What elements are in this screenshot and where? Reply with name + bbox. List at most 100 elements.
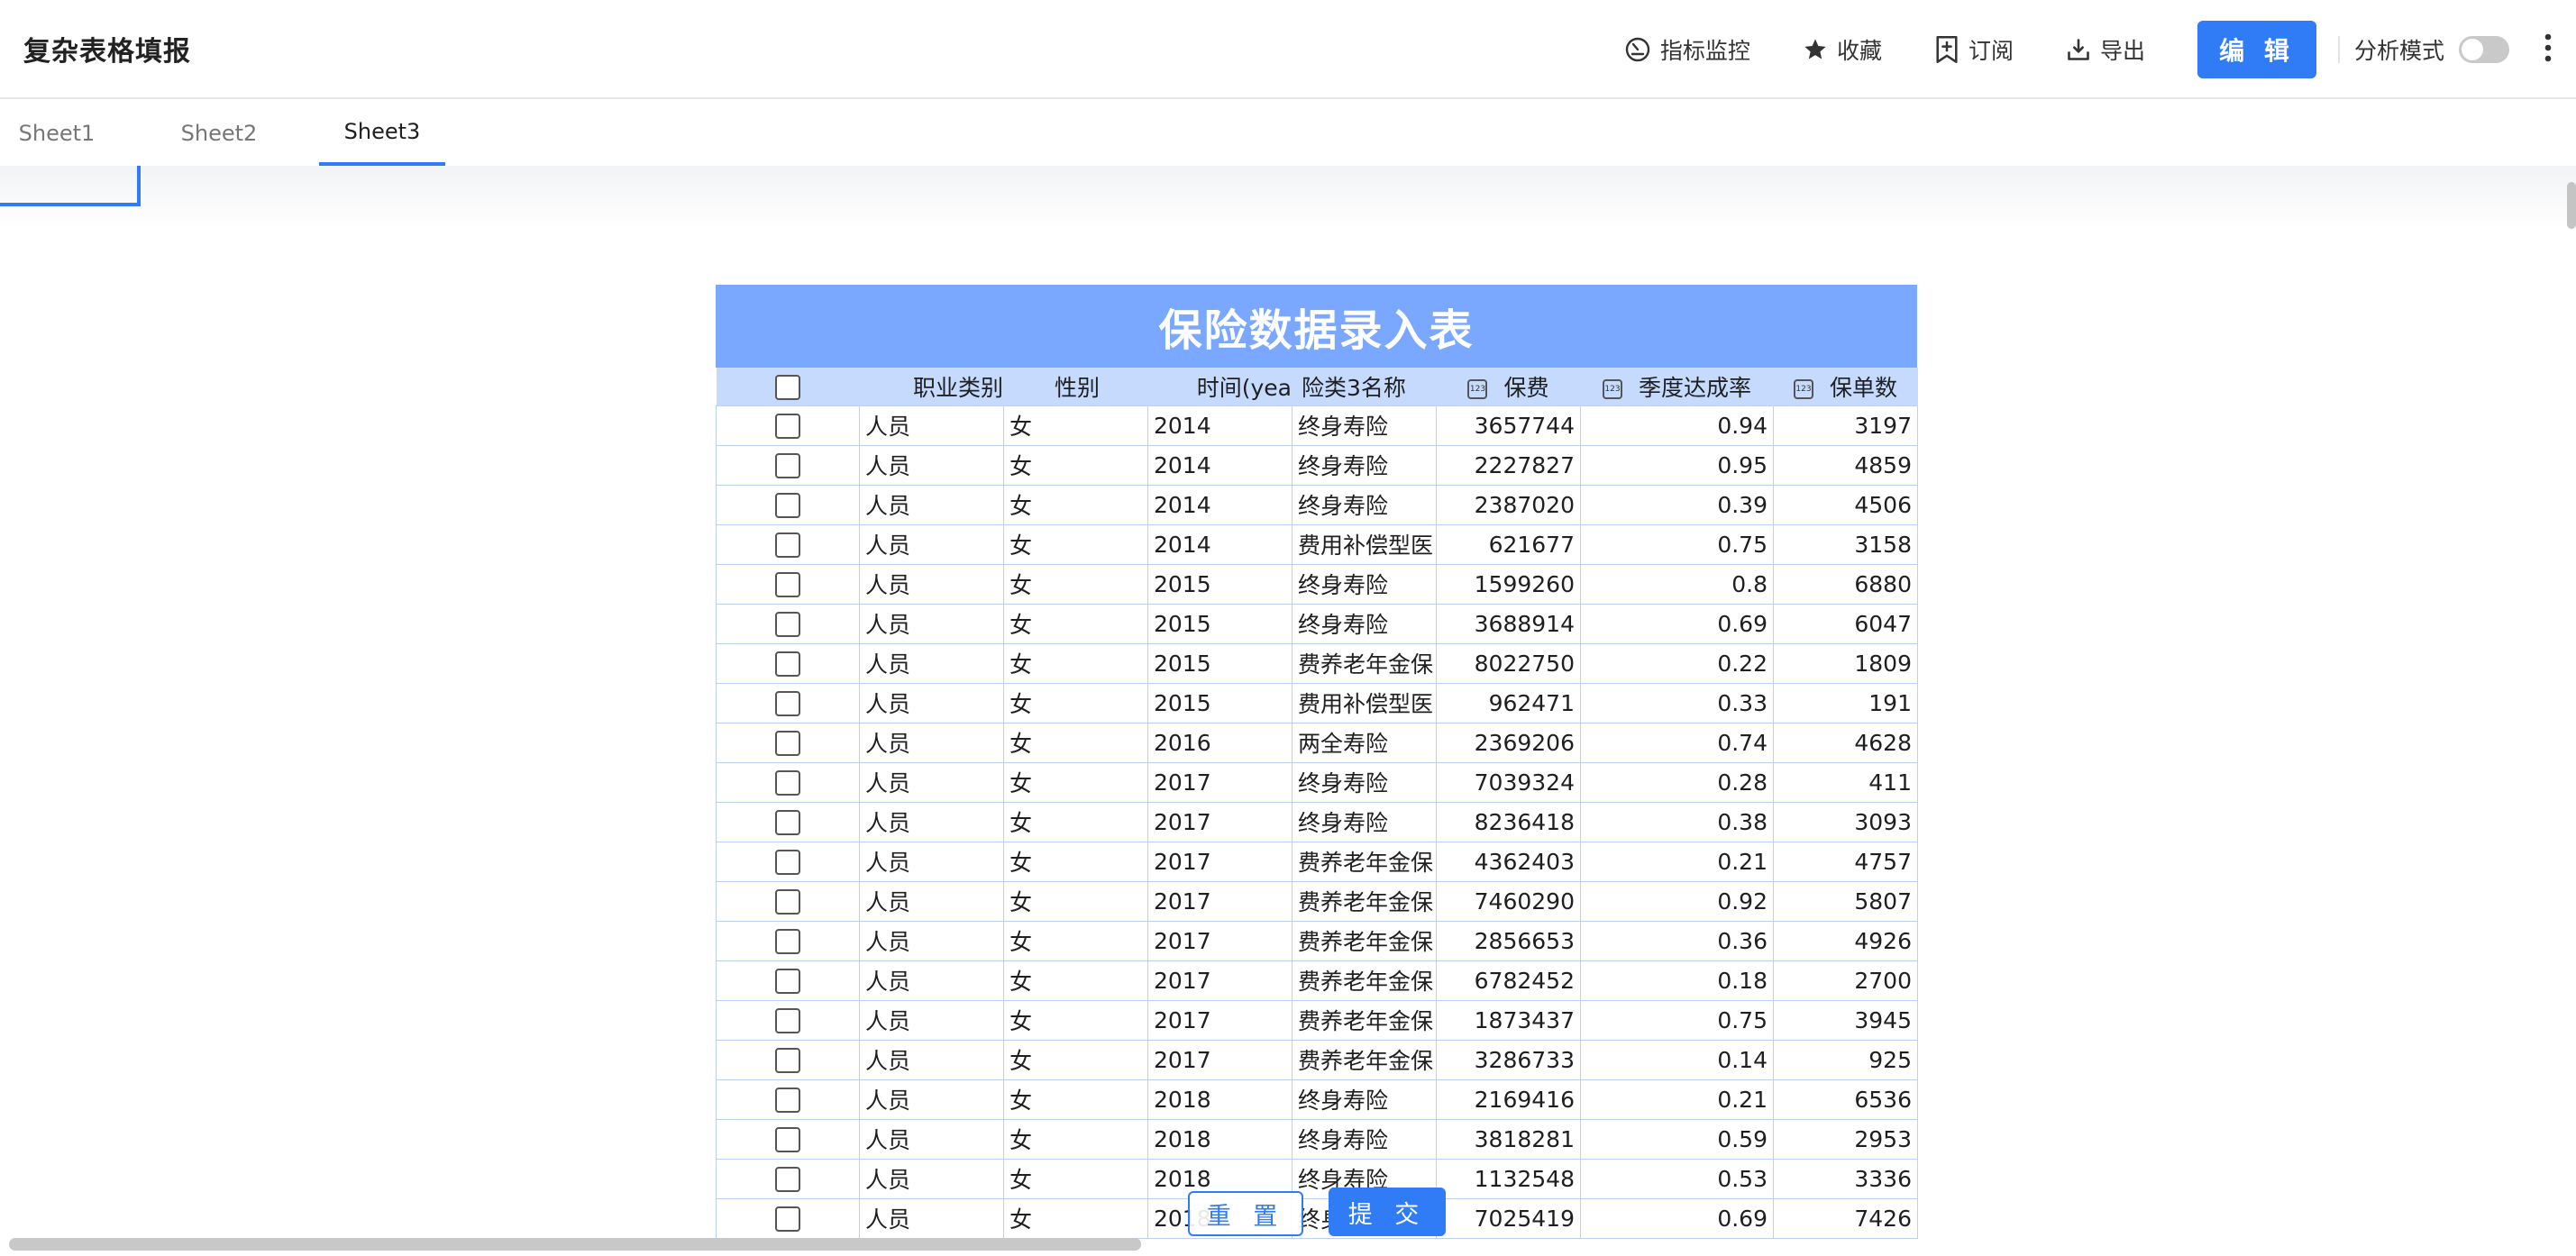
cell-year[interactable]: 2017 — [1147, 960, 1293, 1001]
cell-insurance-type[interactable]: 终身寿险 — [1292, 484, 1437, 525]
cell-policy-count[interactable]: 3945 — [1773, 999, 1918, 1041]
cell-achievement-rate[interactable]: 0.39 — [1580, 484, 1774, 525]
cell-achievement-rate[interactable]: 0.8 — [1580, 563, 1774, 605]
row-checkbox[interactable] — [775, 453, 800, 478]
cell-occupation[interactable]: 人员 — [859, 722, 1004, 763]
cell-gender[interactable]: 女 — [1003, 484, 1148, 525]
cell-policy-count[interactable]: 7426 — [1773, 1197, 1918, 1239]
cell-insurance-type[interactable]: 费养老年金保 — [1292, 1039, 1437, 1080]
column-header-premium[interactable]: 123 保费 — [1436, 368, 1581, 405]
cell-premium[interactable]: 2856653 — [1436, 920, 1581, 961]
horizontal-scrollbar[interactable] — [9, 1238, 1141, 1251]
cell-occupation[interactable]: 人员 — [859, 523, 1004, 565]
cell-achievement-rate[interactable]: 0.95 — [1580, 444, 1774, 486]
cell-policy-count[interactable]: 4926 — [1773, 920, 1918, 961]
cell-occupation[interactable]: 人员 — [859, 603, 1004, 644]
cell-premium[interactable]: 6782452 — [1436, 960, 1581, 1001]
cell-achievement-rate[interactable]: 0.33 — [1580, 682, 1774, 724]
cell-premium[interactable]: 2369206 — [1436, 722, 1581, 763]
cell-achievement-rate[interactable]: 0.75 — [1580, 523, 1774, 565]
cell-occupation[interactable]: 人员 — [859, 841, 1004, 882]
select-all-checkbox[interactable] — [774, 374, 800, 400]
cell-achievement-rate[interactable]: 0.36 — [1580, 920, 1774, 961]
cell-year[interactable]: 2016 — [1147, 722, 1293, 763]
cell-year[interactable]: 2017 — [1147, 841, 1293, 882]
reset-button[interactable]: 重 置 — [1188, 1191, 1303, 1236]
cell-achievement-rate[interactable]: 0.18 — [1580, 960, 1774, 1001]
cell-year[interactable]: 2017 — [1147, 761, 1293, 803]
cell-gender[interactable]: 女 — [1003, 761, 1148, 803]
cell-gender[interactable]: 女 — [1003, 1197, 1148, 1239]
cell-occupation[interactable]: 人员 — [859, 920, 1004, 961]
cell-insurance-type[interactable]: 费养老年金保 — [1292, 642, 1437, 684]
cell-year[interactable]: 2015 — [1147, 642, 1293, 684]
cell-year[interactable]: 2017 — [1147, 880, 1293, 922]
row-checkbox[interactable] — [775, 929, 800, 954]
cell-gender[interactable]: 女 — [1003, 999, 1148, 1041]
cell-policy-count[interactable]: 4757 — [1773, 841, 1918, 882]
cell-occupation[interactable]: 人员 — [859, 682, 1004, 724]
tab-sheet2[interactable]: Sheet2 — [162, 101, 276, 166]
cell-premium[interactable]: 621677 — [1436, 523, 1581, 565]
column-header-policy-count[interactable]: 123 保单数 — [1773, 368, 1918, 405]
cell-premium[interactable]: 7460290 — [1436, 880, 1581, 922]
column-header-year[interactable]: 时间(yea — [1147, 368, 1293, 405]
cell-achievement-rate[interactable]: 0.74 — [1580, 722, 1774, 763]
cell-year[interactable]: 2017 — [1147, 801, 1293, 842]
row-checkbox[interactable] — [775, 1048, 800, 1073]
cell-year[interactable]: 2014 — [1147, 484, 1293, 525]
cell-insurance-type[interactable]: 两全寿险 — [1292, 722, 1437, 763]
cell-year[interactable]: 2014 — [1147, 405, 1293, 446]
tab-sheet3[interactable]: Sheet3 — [319, 101, 445, 166]
cell-insurance-type[interactable]: 终身寿险 — [1292, 1079, 1437, 1120]
cell-premium[interactable]: 3657744 — [1436, 405, 1581, 446]
column-header-occupation[interactable]: 职业类别 — [859, 368, 1004, 405]
cell-premium[interactable]: 8236418 — [1436, 801, 1581, 842]
cell-gender[interactable]: 女 — [1003, 880, 1148, 922]
cell-occupation[interactable]: 人员 — [859, 1197, 1004, 1239]
cell-gender[interactable]: 女 — [1003, 801, 1148, 842]
cell-policy-count[interactable]: 3158 — [1773, 523, 1918, 565]
cell-achievement-rate[interactable]: 0.94 — [1580, 405, 1774, 446]
cell-policy-count[interactable]: 6536 — [1773, 1079, 1918, 1120]
cell-insurance-type[interactable]: 费用补偿型医 — [1292, 682, 1437, 724]
cell-policy-count[interactable]: 4506 — [1773, 484, 1918, 525]
cell-gender[interactable]: 女 — [1003, 523, 1148, 565]
cell-premium[interactable]: 1132548 — [1436, 1158, 1581, 1199]
cell-gender[interactable]: 女 — [1003, 405, 1148, 446]
cell-achievement-rate[interactable]: 0.69 — [1580, 603, 1774, 644]
cell-achievement-rate[interactable]: 0.21 — [1580, 841, 1774, 882]
cell-premium[interactable]: 3818281 — [1436, 1118, 1581, 1160]
cell-achievement-rate[interactable]: 0.21 — [1580, 1079, 1774, 1120]
analysis-mode-toggle[interactable] — [2459, 36, 2509, 63]
cell-achievement-rate[interactable]: 0.75 — [1580, 999, 1774, 1041]
cell-occupation[interactable]: 人员 — [859, 444, 1004, 486]
cell-premium[interactable]: 962471 — [1436, 682, 1581, 724]
cell-year[interactable]: 2015 — [1147, 563, 1293, 605]
cell-insurance-type[interactable]: 终身寿险 — [1292, 761, 1437, 803]
cell-premium[interactable]: 1873437 — [1436, 999, 1581, 1041]
row-checkbox[interactable] — [775, 493, 800, 518]
cell-year[interactable]: 2017 — [1147, 920, 1293, 961]
submit-button[interactable]: 提 交 — [1329, 1188, 1446, 1236]
cell-premium[interactable]: 4362403 — [1436, 841, 1581, 882]
cell-gender[interactable]: 女 — [1003, 682, 1148, 724]
cell-insurance-type[interactable]: 终身寿险 — [1292, 801, 1437, 842]
cell-insurance-type[interactable]: 费养老年金保 — [1292, 999, 1437, 1041]
cell-year[interactable]: 2014 — [1147, 523, 1293, 565]
cell-premium[interactable]: 3688914 — [1436, 603, 1581, 644]
cell-premium[interactable]: 2227827 — [1436, 444, 1581, 486]
row-checkbox[interactable] — [775, 969, 800, 994]
cell-achievement-rate[interactable]: 0.14 — [1580, 1039, 1774, 1080]
metric-monitor-button[interactable]: 指标监控 — [1624, 33, 1750, 66]
row-checkbox[interactable] — [775, 532, 800, 558]
cell-insurance-type[interactable]: 终身寿险 — [1292, 603, 1437, 644]
row-checkbox[interactable] — [775, 1167, 800, 1192]
cell-achievement-rate[interactable]: 0.59 — [1580, 1118, 1774, 1160]
cell-occupation[interactable]: 人员 — [859, 484, 1004, 525]
cell-gender[interactable]: 女 — [1003, 841, 1148, 882]
cell-insurance-type[interactable]: 费养老年金保 — [1292, 841, 1437, 882]
row-checkbox[interactable] — [775, 414, 800, 439]
cell-policy-count[interactable]: 191 — [1773, 682, 1918, 724]
tab-sheet1[interactable]: Sheet1 — [0, 101, 114, 166]
